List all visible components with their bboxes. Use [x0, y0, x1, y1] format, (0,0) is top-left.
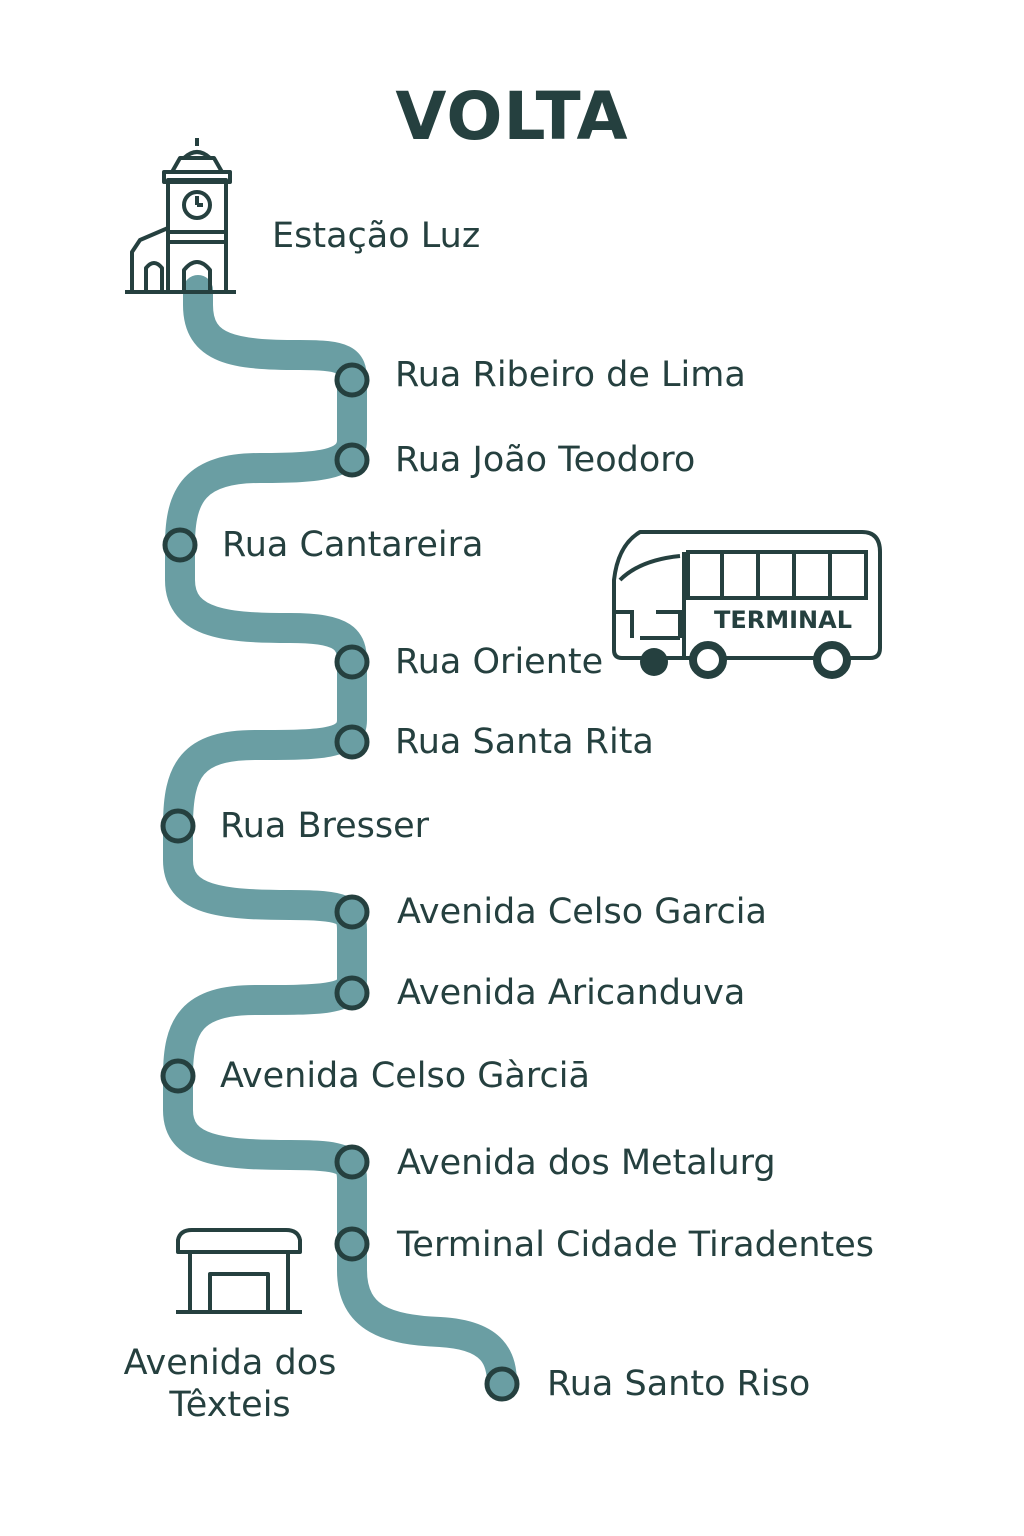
stop-label: Avenida Celso Gàrciā — [220, 1056, 590, 1096]
stop-label: Avenida Aricanduva — [397, 973, 746, 1013]
bus-label: TERMINAL — [714, 606, 852, 634]
start-station-label: Estação Luz — [272, 216, 481, 256]
stop-label: Rua Santo Riso — [547, 1364, 811, 1404]
route-map: TERMINAL — [125, 138, 882, 1402]
stop-marker — [334, 644, 370, 680]
stop-marker — [162, 527, 198, 563]
stop-label: Rua Oriente — [395, 642, 604, 682]
stop-marker — [160, 808, 196, 844]
stop-label: Rua Bresser — [220, 806, 430, 846]
stop-marker — [334, 1226, 370, 1262]
stop-marker — [334, 362, 370, 398]
depot-label-line1: Avenida dos — [123, 1343, 337, 1383]
stop-label: Rua Cantareira — [222, 525, 484, 565]
stop-label: Avenida dos Metalurg — [397, 1143, 776, 1183]
stop-marker — [160, 1058, 196, 1094]
stop-label: Rua João Teodoro — [395, 440, 696, 480]
stop-marker — [334, 1144, 370, 1180]
stop-marker — [334, 442, 370, 478]
bus-shelter-icon — [176, 1228, 302, 1314]
church-clock-tower-icon — [125, 138, 236, 294]
depot-label-line2: Têxteis — [169, 1385, 291, 1425]
bus-icon: TERMINAL — [612, 530, 882, 679]
depot-label: Avenida dos Têxteis — [100, 1342, 360, 1426]
stop-label: Rua Santa Rita — [395, 722, 654, 762]
stop-label: Terminal Cidade Tiradentes — [397, 1225, 875, 1265]
stop-marker — [334, 724, 370, 760]
stop-marker — [484, 1366, 520, 1402]
stop-marker — [334, 894, 370, 930]
stop-marker — [334, 975, 370, 1011]
page-title: VOLTA — [395, 78, 629, 155]
stop-label: Avenida Celso Garcia — [397, 892, 767, 932]
stop-label: Rua Ribeiro de Lima — [395, 355, 746, 395]
